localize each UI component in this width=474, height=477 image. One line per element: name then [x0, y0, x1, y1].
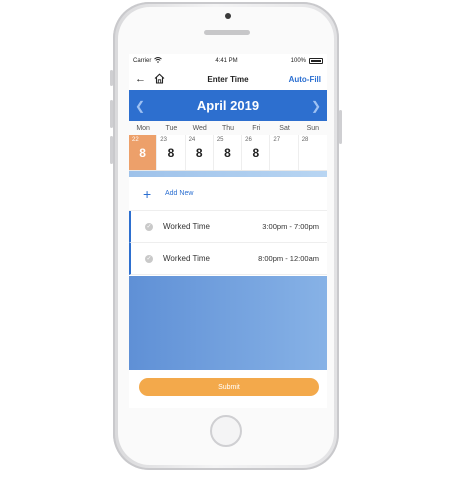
- power-button: [339, 110, 342, 144]
- status-bar: Carrier 4:41 PM 100%: [129, 54, 327, 68]
- plus-icon: +: [143, 185, 152, 202]
- earpiece: [204, 30, 250, 35]
- home-button[interactable]: [210, 415, 242, 447]
- day-cell[interactable]: 27: [270, 135, 299, 170]
- submit-bar: Submit: [129, 370, 327, 408]
- weekday-row: Mon Tue Wed Thu Fri Sat Sun: [129, 121, 327, 135]
- check-icon: ✓: [145, 222, 153, 231]
- weekday-label: Fri: [252, 124, 261, 132]
- entry-time: 8:00pm - 12:00am: [258, 254, 319, 263]
- add-new-label: Add New: [165, 190, 194, 197]
- day-cell[interactable]: 28: [298, 135, 327, 170]
- day-date: 26: [245, 137, 252, 143]
- calendar-month: April 2019: [196, 98, 260, 113]
- day-hours: 8: [252, 146, 260, 160]
- day-cell[interactable]: 23 8: [157, 135, 186, 170]
- day-date: 27: [273, 137, 281, 143]
- chevron-left-icon[interactable]: ❮: [135, 99, 145, 113]
- time-entries-panel: + Add New ✓ Worked Time 3:00pm - 7:00pm …: [129, 177, 327, 275]
- battery-icon: [309, 58, 323, 64]
- home-icon[interactable]: [154, 73, 166, 85]
- carrier-label: Carrier: [133, 58, 152, 64]
- time-entry-row[interactable]: ✓ Worked Time 8:00pm - 12:00am: [129, 243, 327, 275]
- day-hours: 8: [224, 146, 231, 160]
- day-cell-selected[interactable]: 22 8: [129, 135, 158, 170]
- volume-up-button: [110, 100, 113, 128]
- submit-button[interactable]: Submit: [139, 378, 319, 396]
- volume-down-button: [110, 136, 113, 164]
- wifi-icon: [154, 57, 163, 65]
- battery-percent: 100%: [290, 58, 306, 64]
- weekday-label: Sat: [279, 124, 290, 132]
- day-cell[interactable]: 25 8: [213, 135, 243, 170]
- day-date: 25: [216, 137, 224, 143]
- day-date: 28: [301, 137, 309, 143]
- calendar-header: ❮ April 2019 ❯: [129, 90, 327, 121]
- entry-label: Worked Time: [163, 222, 210, 231]
- auto-fill-button[interactable]: Auto-Fill: [289, 75, 321, 84]
- weekday-label: Tue: [165, 124, 178, 132]
- day-hours: 8: [167, 146, 175, 160]
- day-date: 24: [188, 137, 196, 143]
- app-screen: Carrier 4:41 PM 100% ← Enter Time Auto-F…: [129, 54, 327, 408]
- back-arrow-icon[interactable]: ←: [135, 73, 146, 85]
- mute-switch: [110, 70, 113, 86]
- time-entry-row[interactable]: ✓ Worked Time 3:00pm - 7:00pm: [129, 211, 327, 243]
- weekday-label: Thu: [221, 124, 235, 132]
- chevron-right-icon[interactable]: ❯: [311, 99, 321, 113]
- weekday-label: Sun: [306, 124, 320, 132]
- nav-bar: ← Enter Time Auto-Fill: [129, 68, 327, 90]
- entry-label: Worked Time: [163, 254, 210, 263]
- day-row: 22 8 23 8 24 8 25 8 26 8 27 28: [129, 135, 327, 171]
- status-time: 4:41 PM: [215, 58, 238, 64]
- day-date: 23: [160, 137, 167, 143]
- background-gradient: [129, 276, 327, 370]
- weekday-label: Mon: [136, 124, 150, 132]
- weekday-label: Wed: [192, 124, 207, 132]
- day-cell[interactable]: 26 8: [242, 135, 271, 170]
- camera-icon: [225, 13, 231, 19]
- day-hours: 8: [139, 146, 146, 160]
- day-cell[interactable]: 24 8: [185, 135, 214, 170]
- add-new-button[interactable]: + Add New: [129, 177, 327, 211]
- day-hours: 8: [195, 146, 203, 160]
- entry-time: 3:00pm - 7:00pm: [262, 222, 319, 231]
- day-date: 22: [132, 137, 139, 143]
- check-icon: ✓: [145, 254, 153, 263]
